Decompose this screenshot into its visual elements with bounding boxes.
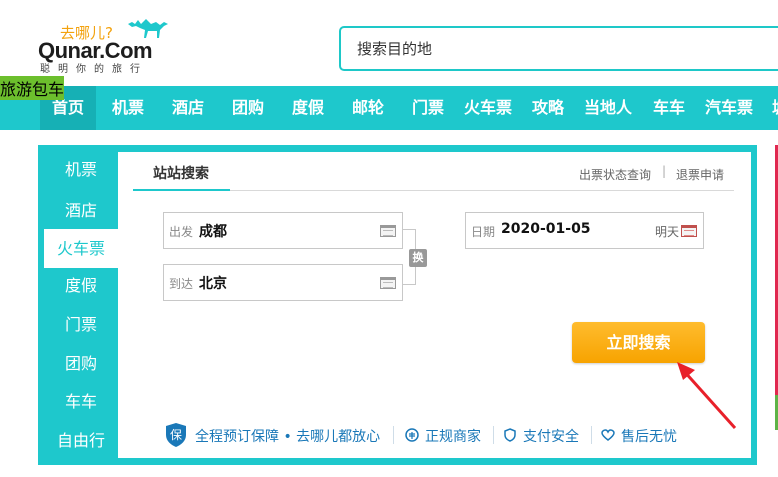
date-hint: 明天 (654, 225, 679, 239)
to-station-label: 到达 (169, 277, 194, 291)
sidebar-item-cars[interactable]: 车车 (44, 382, 118, 421)
swap-stations-button[interactable]: 换 (409, 249, 427, 267)
from-station-value: 成都 (199, 224, 227, 240)
nav-item-guides[interactable]: 攻略 (532, 86, 564, 130)
payment-security-icon (504, 428, 516, 442)
guarantee-payment-security: 支付安全 (523, 429, 579, 445)
nav-item-bus-tickets[interactable]: 汽车票 (705, 86, 753, 130)
nav-item-cars[interactable]: 车车 (653, 86, 685, 130)
guarantee-separator (591, 426, 592, 444)
qunar-logo[interactable]: 去哪儿? Qunar.Com 聪明你的旅行 (38, 16, 173, 76)
refund-request-link[interactable]: 退票申请 (676, 166, 724, 183)
nav-item-tickets[interactable]: 门票 (412, 86, 444, 130)
guarantee-separator (493, 426, 494, 444)
guarantee-bar: 保 全程预订保障 • 去哪儿都放心 正规商家 支付安全 售后无忧 (165, 422, 725, 448)
calendar-icon[interactable] (681, 225, 697, 237)
sidebar-item-flights[interactable]: 机票 (44, 150, 118, 189)
sidebar-item-hotels[interactable]: 酒店 (44, 191, 118, 230)
from-station-field[interactable]: 出发 成都 (163, 212, 403, 249)
ticket-status-link[interactable]: 出票状态查询 (579, 166, 651, 183)
destination-search-box[interactable] (339, 26, 778, 71)
guarantee-main-text: 全程预订保障 • 去哪儿都放心 (195, 429, 381, 445)
date-label: 日期 (471, 225, 496, 239)
nav-item-flights[interactable]: 机票 (112, 86, 144, 130)
shield-guarantee-icon: 保 (166, 423, 186, 447)
after-sales-icon (601, 429, 615, 441)
search-panel-content (118, 152, 751, 458)
sidebar-item-group-buy[interactable]: 团购 (44, 344, 118, 383)
logo-slogan-bottom: 聪明你的旅行 (40, 64, 148, 75)
nav-item-more[interactable]: 城 (772, 86, 778, 130)
link-separator: | (662, 164, 667, 178)
date-value: 2020-01-05 (501, 221, 591, 237)
to-station-field[interactable]: 到达 北京 (163, 264, 403, 301)
station-list-icon[interactable] (380, 277, 396, 289)
sidebar-item-tickets[interactable]: 门票 (44, 305, 118, 344)
search-now-button[interactable]: 立即搜索 (572, 322, 705, 363)
merchant-icon (405, 428, 419, 442)
destination-search-input[interactable] (357, 38, 757, 60)
sidebar-item-free-travel[interactable]: 自由行 (44, 421, 118, 460)
guarantee-separator (393, 426, 394, 444)
guarantee-after-sales: 售后无忧 (621, 429, 677, 445)
nav-item-hotels[interactable]: 酒店 (172, 86, 204, 130)
nav-item-train-tickets[interactable]: 火车票 (464, 86, 512, 130)
to-station-value: 北京 (199, 276, 227, 292)
nav-item-cruise[interactable]: 邮轮 (352, 86, 384, 130)
tab-active-underline (133, 189, 230, 191)
sidebar-item-vacation[interactable]: 度假 (44, 266, 118, 305)
guarantee-legit-merchant: 正规商家 (425, 429, 481, 445)
svg-text:保: 保 (170, 428, 182, 442)
tab-station-search[interactable]: 站站搜索 (153, 163, 209, 183)
nav-item-locals[interactable]: 当地人 (584, 86, 632, 130)
main-nav: 首页 机票 酒店 团购 度假 邮轮 门票 火车票 攻略 当地人 车车 汽车票 城 (0, 86, 778, 130)
nav-item-group-buy[interactable]: 团购 (232, 86, 264, 130)
nav-item-vacation[interactable]: 度假 (292, 86, 324, 130)
station-list-icon[interactable] (380, 225, 396, 237)
sidebar-item-train-tickets[interactable]: 火车票 (44, 229, 118, 268)
departure-date-field[interactable]: 日期 2020-01-05 明天 (465, 212, 704, 249)
nav-badge-charter: 旅游包车 (0, 76, 65, 100)
from-station-label: 出发 (169, 225, 194, 239)
